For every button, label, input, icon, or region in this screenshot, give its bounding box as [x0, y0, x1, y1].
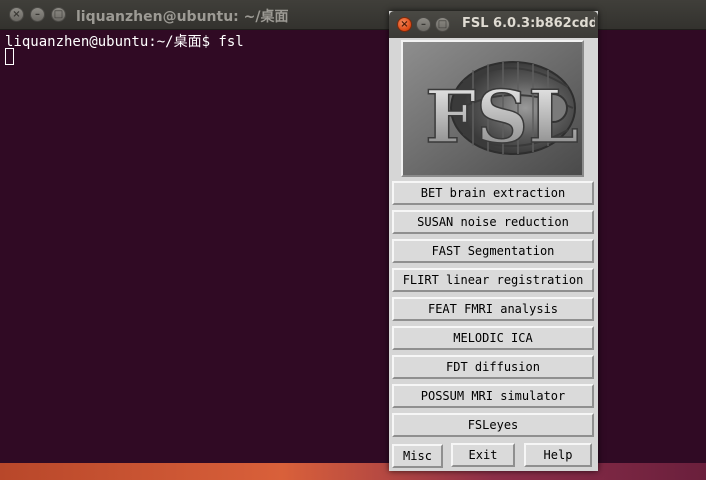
- minimize-icon[interactable]: –: [30, 7, 45, 22]
- misc-button[interactable]: Misc: [392, 444, 443, 468]
- fsleyes-button[interactable]: FSLeyes: [392, 413, 594, 437]
- exit-button[interactable]: Exit: [451, 443, 515, 467]
- terminal-window: × – □ liquanzhen@ubuntu: ~/桌面 liquanzhen…: [0, 0, 706, 463]
- susan-button[interactable]: SUSAN noise reduction: [392, 210, 594, 234]
- close-icon[interactable]: ×: [397, 17, 412, 32]
- help-button[interactable]: Help: [524, 443, 592, 467]
- close-icon[interactable]: ×: [9, 7, 24, 22]
- bet-button[interactable]: BET brain extraction: [392, 181, 594, 205]
- fsl-logo-text: FSL: [425, 74, 579, 159]
- fsl-window: × – □ FSL 6.0.3:b862cdd5 FSL BET brain e…: [389, 11, 598, 471]
- terminal-prompt-line: liquanzhen@ubuntu:~/桌面$ fsl: [5, 34, 244, 50]
- maximize-icon[interactable]: □: [51, 7, 66, 22]
- melodic-button[interactable]: MELODIC ICA: [392, 326, 594, 350]
- possum-button[interactable]: POSSUM MRI simulator: [392, 384, 594, 408]
- fsl-logo: FSL: [401, 40, 584, 177]
- terminal-title: liquanzhen@ubuntu: ~/桌面: [76, 9, 289, 25]
- fsl-titlebar[interactable]: × – □ FSL 6.0.3:b862cdd5: [389, 11, 598, 38]
- maximize-icon[interactable]: □: [435, 17, 450, 32]
- fsl-window-title: FSL 6.0.3:b862cdd5: [462, 16, 595, 31]
- desktop-background: [0, 463, 706, 480]
- fast-button[interactable]: FAST Segmentation: [392, 239, 594, 263]
- flirt-button[interactable]: FLIRT linear registration: [392, 268, 594, 292]
- terminal-cursor: [5, 48, 14, 65]
- fdt-button[interactable]: FDT diffusion: [392, 355, 594, 379]
- feat-button[interactable]: FEAT FMRI analysis: [392, 297, 594, 321]
- terminal-titlebar[interactable]: × – □ liquanzhen@ubuntu: ~/桌面: [0, 0, 706, 30]
- minimize-icon[interactable]: –: [416, 17, 431, 32]
